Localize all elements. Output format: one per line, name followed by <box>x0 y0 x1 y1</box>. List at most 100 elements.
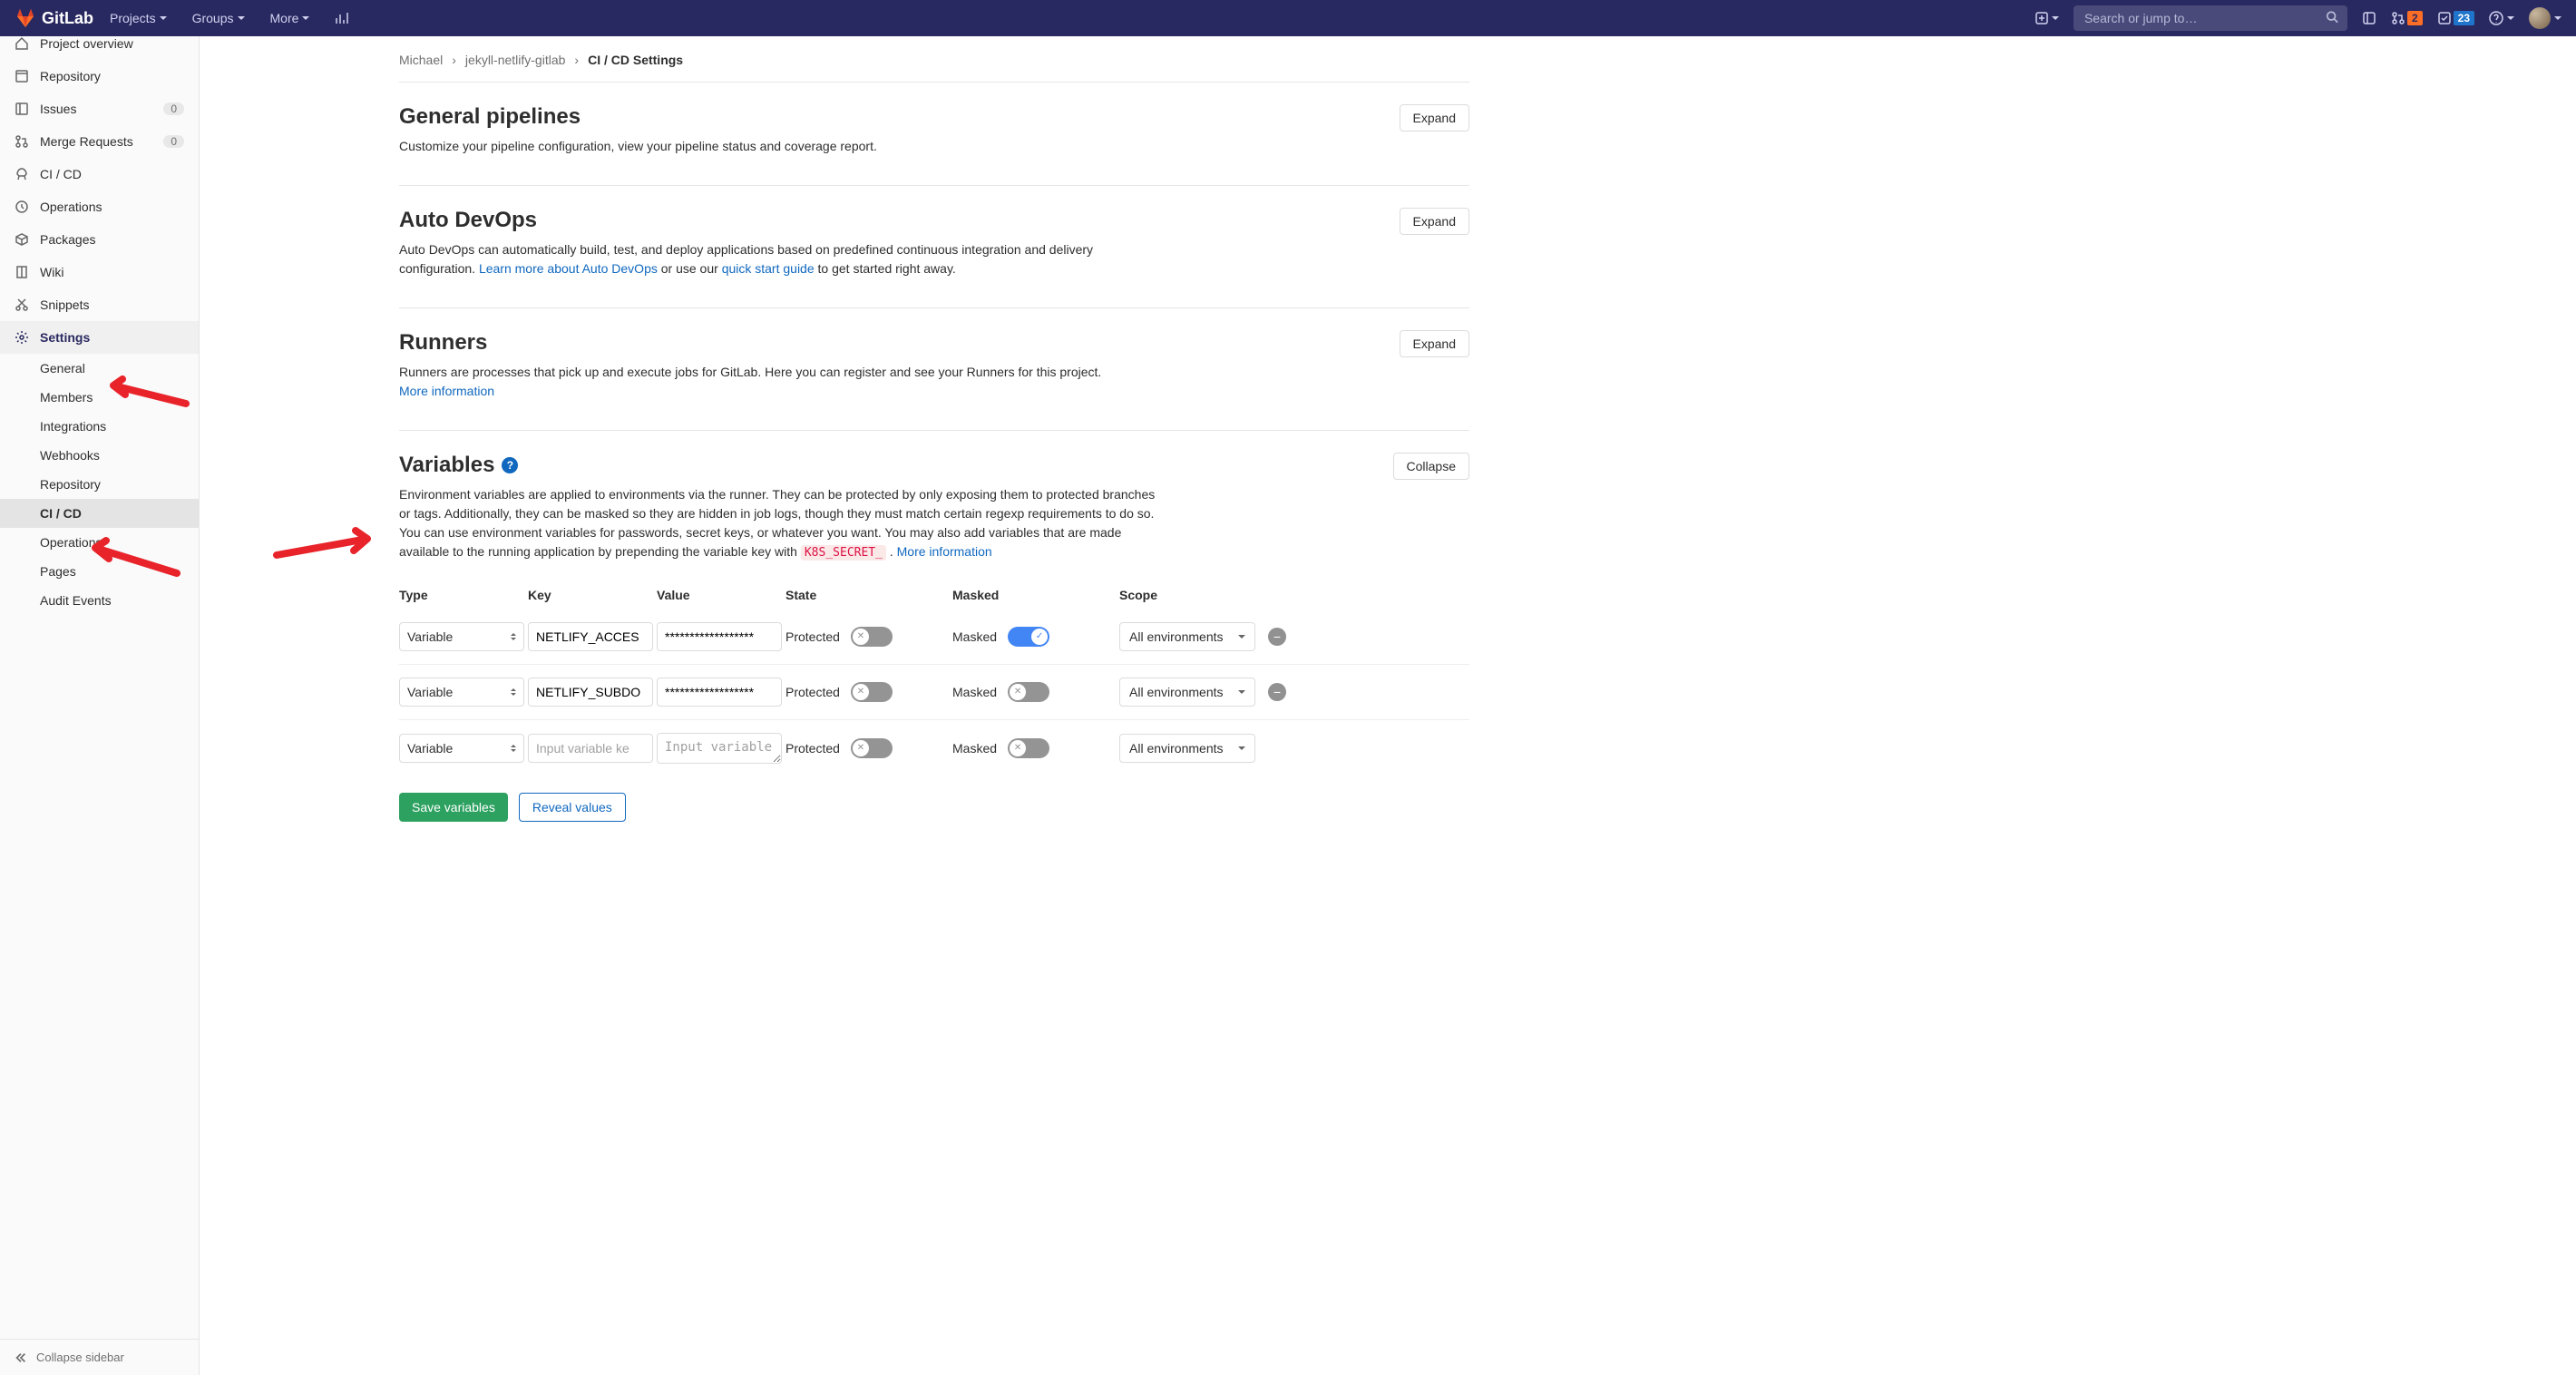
key-input[interactable] <box>528 734 653 763</box>
more-info-link[interactable]: More information <box>897 544 992 559</box>
type-select[interactable]: Variable <box>399 734 524 763</box>
gitlab-logo[interactable]: GitLab <box>15 7 93 29</box>
quick-start-link[interactable]: quick start guide <box>722 261 815 276</box>
sub-audit-events[interactable]: Audit Events <box>0 586 199 615</box>
remove-row-button[interactable]: − <box>1268 628 1286 646</box>
expand-button[interactable]: Expand <box>1400 208 1469 235</box>
masked-toggle[interactable]: ✓ <box>1008 627 1049 647</box>
help-icon[interactable]: ? <box>502 457 518 473</box>
merge-icon <box>15 134 29 149</box>
protected-toggle[interactable]: ✕ <box>851 738 893 758</box>
key-input[interactable] <box>528 622 653 651</box>
sidebar-item-label: Issues <box>40 102 76 116</box>
type-select[interactable]: Variable <box>399 622 524 651</box>
protected-toggle[interactable]: ✕ <box>851 682 893 702</box>
chart-bar-icon <box>335 11 349 25</box>
new-dropdown[interactable] <box>2035 12 2059 24</box>
sub-repository[interactable]: Repository <box>0 470 199 499</box>
brand-text: GitLab <box>42 9 93 28</box>
sidebar-item-project-overview[interactable]: Project overview <box>0 36 199 60</box>
breadcrumb-item[interactable]: jekyll-netlify-gitlab <box>465 53 565 67</box>
merge-requests-icon[interactable]: 2 <box>2391 11 2423 25</box>
sidebar-item-issues[interactable]: Issues 0 <box>0 93 199 125</box>
sidebar-item-snippets[interactable]: Snippets <box>0 288 199 321</box>
expand-button[interactable]: Expand <box>1400 104 1469 132</box>
settings-submenu: General Members Integrations Webhooks Re… <box>0 354 199 615</box>
table-header-row: Type Key Value State Masked Scope <box>399 580 1469 609</box>
select-arrows-icon <box>511 633 516 640</box>
nav-groups[interactable]: Groups <box>183 4 254 33</box>
sidebar-item-operations[interactable]: Operations <box>0 190 199 223</box>
col-masked: Masked <box>952 588 1116 602</box>
masked-toggle[interactable]: ✕ <box>1008 738 1049 758</box>
section-desc: Environment variables are applied to env… <box>399 485 1161 562</box>
chevron-down-icon <box>1238 635 1245 639</box>
nav-activity[interactable] <box>326 4 358 33</box>
chevron-down-icon <box>2554 16 2561 20</box>
sidebar-item-label: Project overview <box>40 36 133 51</box>
sub-general[interactable]: General <box>0 354 199 383</box>
sub-webhooks[interactable]: Webhooks <box>0 441 199 470</box>
reveal-values-button[interactable]: Reveal values <box>519 793 626 822</box>
gear-icon <box>15 330 29 345</box>
masked-toggle[interactable]: ✕ <box>1008 682 1049 702</box>
sidebar-item-cicd[interactable]: CI / CD <box>0 158 199 190</box>
value-input[interactable] <box>657 733 782 764</box>
collapse-sidebar[interactable]: Collapse sidebar <box>0 1339 199 1375</box>
sidebar-item-settings[interactable]: Settings <box>0 321 199 354</box>
type-select[interactable]: Variable <box>399 678 524 707</box>
more-info-link[interactable]: More information <box>399 384 494 398</box>
todos-icon[interactable]: 23 <box>2437 11 2474 25</box>
nav-projects[interactable]: Projects <box>101 4 176 33</box>
home-icon <box>15 36 29 51</box>
plus-box-icon <box>2035 12 2048 24</box>
sub-operations[interactable]: Operations <box>0 528 199 557</box>
mr-count-badge: 0 <box>163 135 184 148</box>
sub-members[interactable]: Members <box>0 383 199 412</box>
section-variables: Variables ? Environment variables are ap… <box>399 431 1469 844</box>
user-menu[interactable] <box>2529 7 2561 29</box>
state-cell: Protected ✕ <box>785 627 949 647</box>
value-input[interactable] <box>657 678 782 707</box>
breadcrumb-item[interactable]: Michael <box>399 53 443 67</box>
issue-count-badge: 0 <box>163 102 184 115</box>
search-input[interactable] <box>2073 5 2347 31</box>
scope-select[interactable]: All environments <box>1119 678 1255 707</box>
sidebar-item-label: Operations <box>40 200 102 214</box>
sidebar-item-label: CI / CD <box>40 167 82 181</box>
breadcrumb: Michael › jekyll-netlify-gitlab › CI / C… <box>399 47 1469 83</box>
section-title: Runners <box>399 330 1101 356</box>
sidebar-item-label: Merge Requests <box>40 134 133 149</box>
chevron-down-icon <box>302 16 309 20</box>
sub-cicd[interactable]: CI / CD <box>0 499 199 528</box>
chevron-double-left-icon <box>15 1351 27 1364</box>
scope-select[interactable]: All environments <box>1119 622 1255 651</box>
sub-pages[interactable]: Pages <box>0 557 199 586</box>
section-title: Auto DevOps <box>399 208 1143 233</box>
sidebar-item-wiki[interactable]: Wiki <box>0 256 199 288</box>
nav-more[interactable]: More <box>261 4 319 33</box>
tanuki-icon <box>15 7 36 29</box>
todos-count-badge: 23 <box>2454 11 2474 25</box>
main-content: Michael › jekyll-netlify-gitlab › CI / C… <box>200 36 1488 1375</box>
remove-row-button[interactable]: − <box>1268 683 1286 701</box>
sidebar-item-packages[interactable]: Packages <box>0 223 199 256</box>
masked-cell: Masked ✓ <box>952 627 1116 647</box>
value-input[interactable] <box>657 622 782 651</box>
col-key: Key <box>528 588 653 602</box>
search-icon <box>2326 11 2338 26</box>
protected-toggle[interactable]: ✕ <box>851 627 893 647</box>
issues-icon[interactable] <box>2362 11 2376 25</box>
learn-more-link[interactable]: Learn more about Auto DevOps <box>479 261 658 276</box>
save-variables-button[interactable]: Save variables <box>399 793 508 822</box>
key-input[interactable] <box>528 678 653 707</box>
sidebar-item-merge-requests[interactable]: Merge Requests 0 <box>0 125 199 158</box>
scope-select[interactable]: All environments <box>1119 734 1255 763</box>
table-row: Variable Protected ✕ Masked ✓ All envir <box>399 609 1469 665</box>
sidebar-item-repository[interactable]: Repository <box>0 60 199 93</box>
help-dropdown[interactable] <box>2489 11 2514 25</box>
sub-integrations[interactable]: Integrations <box>0 412 199 441</box>
expand-button[interactable]: Expand <box>1400 330 1469 357</box>
collapse-button[interactable]: Collapse <box>1393 453 1469 480</box>
select-arrows-icon <box>511 745 516 752</box>
